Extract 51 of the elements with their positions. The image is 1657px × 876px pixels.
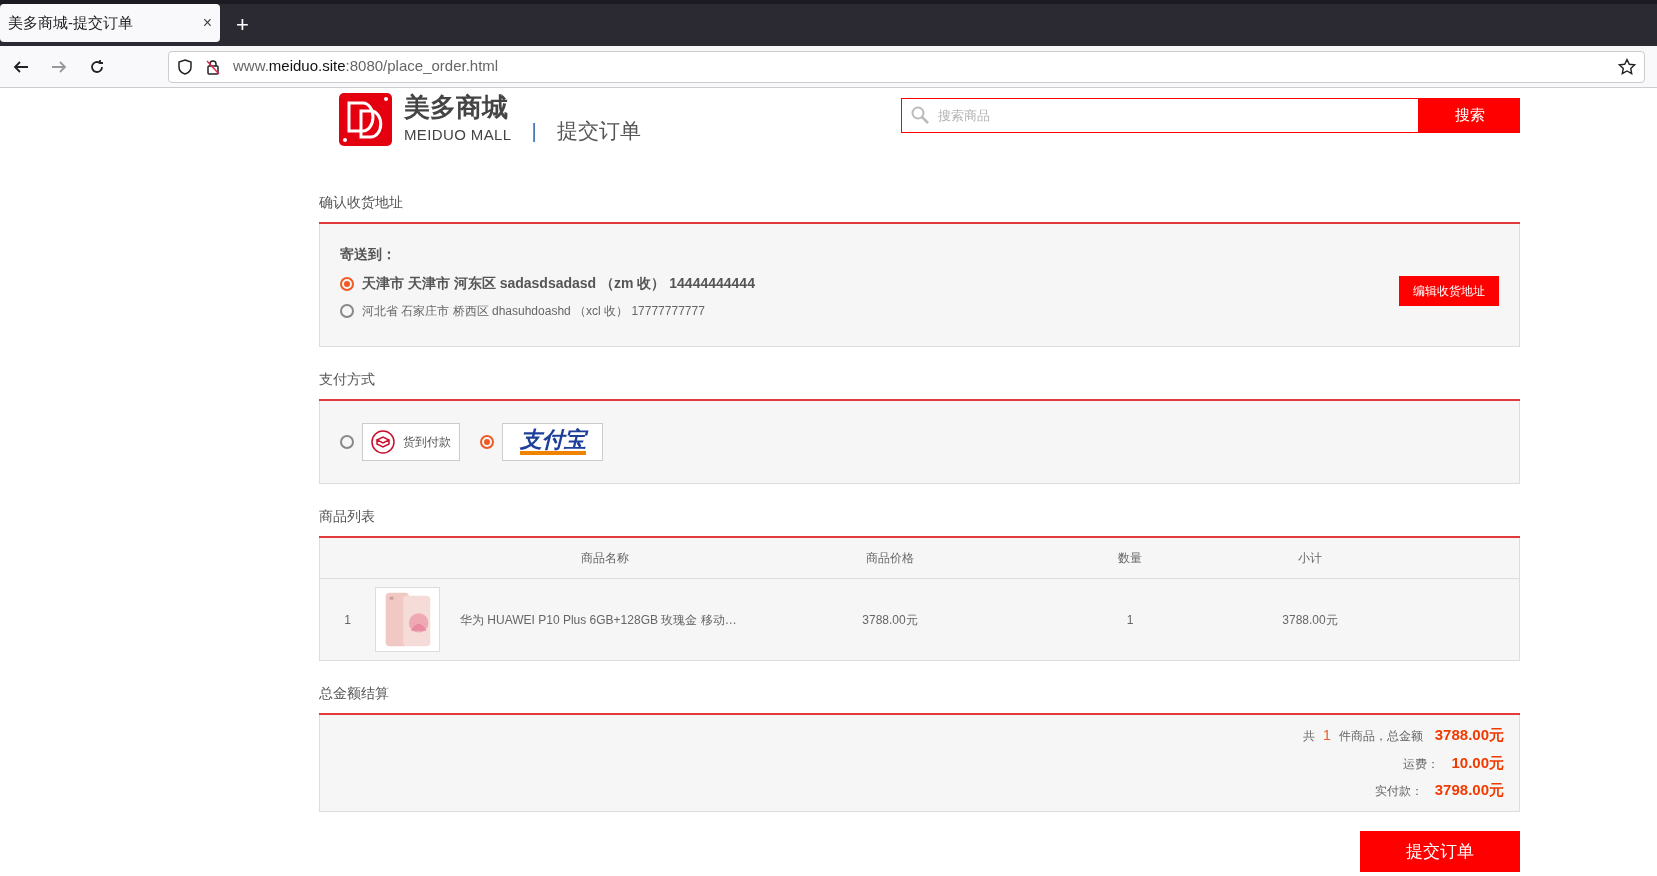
section-title: 支付方式 bbox=[319, 371, 375, 387]
payment-option[interactable]: 货到付款 bbox=[362, 423, 460, 461]
address-option[interactable]: 天津市 天津市 河东区 sadasdsadasd （zm 收） 14444444444 bbox=[362, 273, 755, 294]
summary-label: 运费： bbox=[1403, 755, 1440, 773]
summary-amount: 3798.00元 bbox=[1434, 780, 1504, 801]
radio-button[interactable] bbox=[480, 435, 494, 449]
page-title: 提交订单 bbox=[556, 117, 641, 144]
column-header: 商品名称 bbox=[580, 550, 630, 567]
close-tab-button[interactable]: × bbox=[202, 11, 212, 35]
summary-label: 共 bbox=[1302, 728, 1315, 746]
edit-address-button[interactable]: 编辑收货地址 bbox=[1399, 276, 1499, 306]
section-title: 商品列表 bbox=[319, 508, 375, 524]
payment-option[interactable]: 支付宝 bbox=[502, 423, 603, 461]
logo-icon bbox=[339, 93, 392, 146]
section-title: 总金额结算 bbox=[319, 685, 389, 701]
address-option[interactable]: 河北省 石家庄市 桥西区 dhasuhdoashd （xcl 收） 17777777777 bbox=[362, 302, 705, 320]
summary-label: 件商品，总金额 bbox=[1338, 728, 1423, 746]
package-icon bbox=[371, 430, 395, 454]
summary-amount: 10.00元 bbox=[1451, 752, 1504, 773]
browser-tab[interactable]: 美多商城-提交订单 × bbox=[0, 4, 220, 42]
url-text: www.meiduo.site:8080/place_order.html bbox=[233, 56, 499, 77]
summary-label: 实付款： bbox=[1374, 783, 1423, 801]
tab-title: 美多商城-提交订单 bbox=[8, 12, 133, 33]
product-price: 3788.00元 bbox=[861, 611, 919, 629]
send-to-label: 寄送到： bbox=[340, 245, 397, 264]
lock-icon bbox=[205, 58, 221, 75]
summary-amount: 3788.00元 bbox=[1434, 725, 1504, 746]
address-bar[interactable]: www.meiduo.site:8080/place_order.html bbox=[168, 50, 1645, 83]
header-separator: | bbox=[531, 119, 537, 144]
search-field[interactable]: 搜索商品 bbox=[901, 98, 1419, 133]
column-header: 小计 bbox=[1297, 550, 1323, 567]
item-count: 1 bbox=[1322, 726, 1331, 746]
column-header: 商品价格 bbox=[865, 550, 915, 567]
star-icon[interactable] bbox=[1618, 57, 1636, 76]
search-icon bbox=[911, 106, 929, 124]
product-subtotal: 3788.00元 bbox=[1281, 611, 1339, 629]
reload-icon[interactable] bbox=[88, 57, 106, 76]
radio-button[interactable] bbox=[340, 435, 354, 449]
shield-icon bbox=[177, 58, 193, 75]
new-tab-button[interactable]: + bbox=[236, 14, 249, 36]
row-index: 1 bbox=[343, 611, 352, 629]
column-header: 数量 bbox=[1117, 550, 1143, 567]
section-title: 确认收货地址 bbox=[319, 194, 403, 210]
product-name: 华为 HUAWEI P10 Plus 6GB+128GB 玫瑰金 移动… bbox=[460, 611, 737, 629]
logo-title: 美多商城 bbox=[404, 91, 509, 124]
search-button[interactable]: 搜索 bbox=[1419, 98, 1520, 133]
product-quantity: 1 bbox=[1125, 611, 1135, 629]
logo-subtitle: MEIDUO MALL bbox=[404, 124, 512, 145]
radio-button[interactable] bbox=[340, 276, 354, 291]
submit-order-button[interactable]: 提交订单 bbox=[1360, 831, 1520, 872]
radio-button[interactable] bbox=[340, 304, 354, 318]
